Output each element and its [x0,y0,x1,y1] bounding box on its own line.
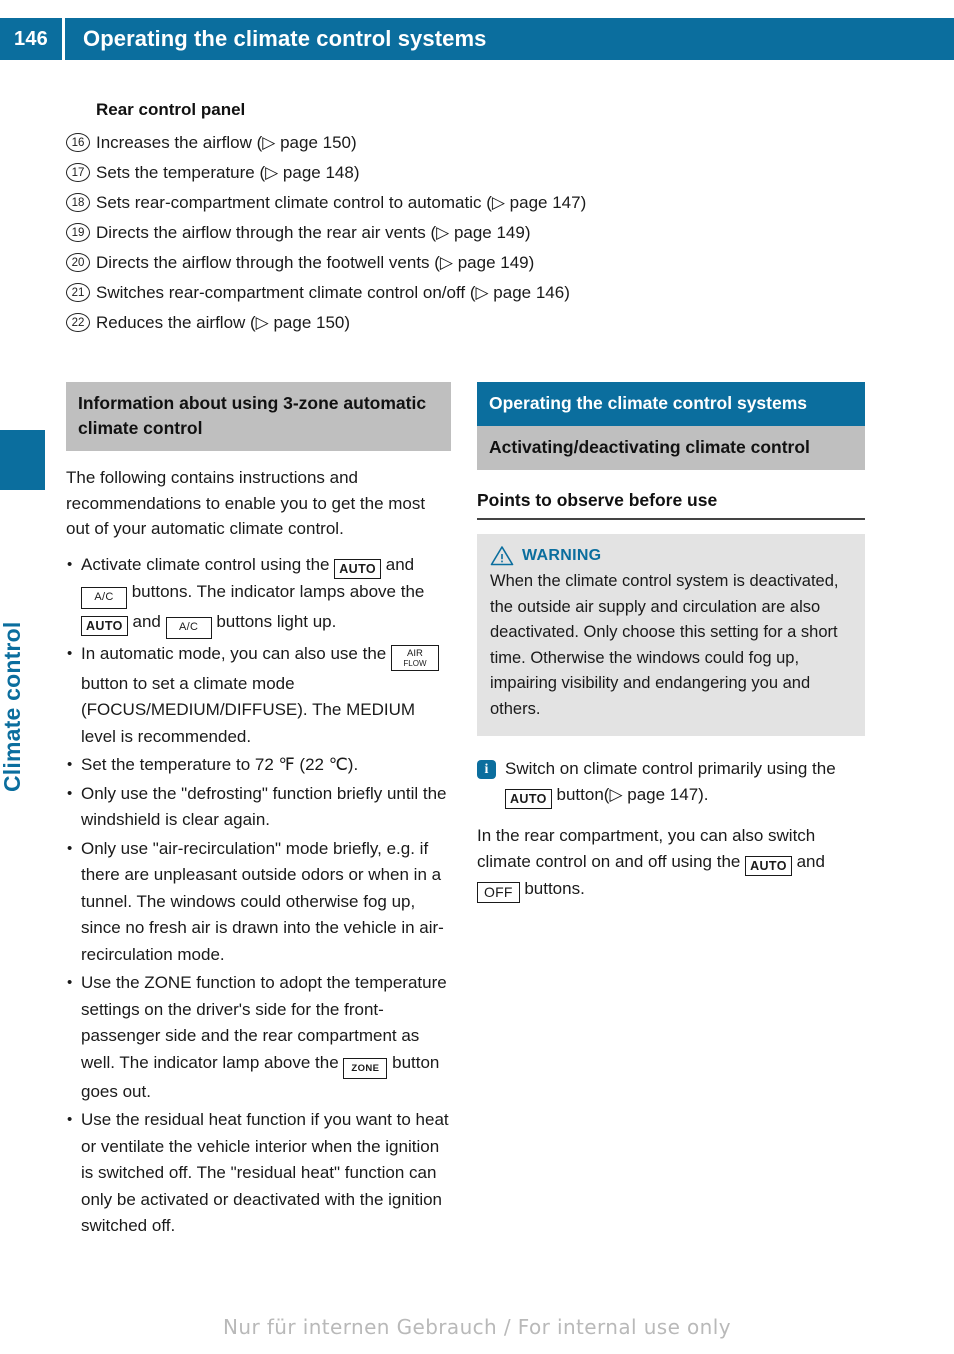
airflow-line-1: AIR [407,647,423,659]
inline-text: Use the residual heat function if you wa… [81,1110,449,1235]
button-glyph-auto: AUTO [334,558,382,579]
rear-control-panel-item: 21 Switches rear-compartment climate cont… [66,278,866,308]
inline-text: and [381,554,415,574]
rear-control-panel-item: 17 Sets the temperature (▷ page 148) [66,158,866,188]
footer-watermark: Nur für internen Gebrauch / For internal… [223,1315,731,1339]
inline-text: Switch on climate control primarily usin… [505,759,836,778]
item-label: Sets rear-compartment climate control to… [96,193,587,212]
inline-text: and [127,611,166,631]
item-number-badge: 21 [66,283,90,302]
left-intro-paragraph: The following contains instructions and … [66,468,426,538]
left-section-heading: Information about using 3-zone automatic… [66,382,451,451]
rear-control-panel-item: 22 Reduces the airflow (▷ page 150) [66,308,866,338]
rear-control-panel-item: 20 Directs the airflow through the footwe… [66,248,866,278]
inline-text: Set the temperature to 72 ℉ (22 ℃). [81,755,359,774]
inline-text: buttons. [519,878,585,898]
item-label: Directs the airflow through the rear air… [96,223,531,242]
chapter-label: Climate control [0,621,25,792]
right-subsection-heading: Activating/deactivating climate control [477,426,865,470]
bullet-item: Use the residual heat function if you wa… [66,1107,451,1240]
bullet-item: Set the temperature to 72 ℉ (22 ℃). [66,752,451,779]
inline-text: button to set a climate mode (FOCUS/MEDI… [81,673,416,746]
inline-text: Only use "air-recirculation" mode briefl… [81,838,444,964]
page-number: 146 [14,27,48,50]
inline-text: Only use the "defrosting" function brief… [81,783,447,830]
page-title: Operating the climate control systems [83,26,487,51]
button-glyph-zone: ZONE [343,1057,388,1079]
right-section-heading: Operating the climate control systems [477,382,865,426]
button-glyph-a-c: A/C [81,586,127,609]
inline-text: buttons. The indicator lamps above the [127,581,425,601]
inline-text: and [791,851,825,871]
item-number-badge: 18 [66,193,90,212]
button-glyph-air-flow: AIR FLOW [390,644,439,671]
warning-label: WARNING [522,546,602,564]
inline-text: button(▷ page 147). [551,785,709,804]
airflow-line-2: FLOW [403,658,427,668]
item-label: Directs the airflow through the footwell… [96,253,535,272]
info-icon: i [477,760,496,779]
item-label: Sets the temperature (▷ page 148) [96,163,360,182]
button-glyph-auto: AUTO [745,855,792,876]
left-column: Information about using 3-zone automatic… [66,382,451,1242]
item-number-badge: 16 [66,133,90,152]
closing-paragraph: In the rear compartment, you can also sw… [477,823,865,903]
rear-control-panel-section: Rear control panel 16 Increases the airfl… [66,100,866,338]
right-column: Operating the climate control systems Ac… [477,382,865,903]
button-glyph-auto: AUTO [505,789,552,809]
button-glyph-off: OFF [477,881,520,903]
bullet-item: Use the ZONE function to adopt the tempe… [66,970,451,1105]
inline-text: buttons light up. [211,611,337,631]
inline-text: In automatic mode, you can also use the [81,643,391,663]
rear-control-panel-item: 18 Sets rear-compartment climate control … [66,188,866,218]
button-glyph-auto: AUTO [81,615,128,636]
info-note-text: Switch on climate control primarily usin… [505,756,865,809]
warning-text: When the climate control system is deact… [490,572,839,718]
bullet-item: In automatic mode, you can also use the … [66,641,451,751]
chapter-tab-marker [0,430,45,490]
bullet-item: Only use "air-recirculation" mode briefl… [66,836,451,969]
warning-box: WARNING When the climate control system … [477,534,865,736]
rear-control-panel-list: 16 Increases the airflow (▷ page 150) 17 Se… [66,128,866,338]
item-number-badge: 17 [66,163,90,182]
bullet-item: Only use the "defrosting" function brief… [66,781,451,834]
button-glyph-a-c: A/C [165,616,212,639]
item-number-badge: 22 [66,313,90,332]
page-header: 146 Operating the climate control system… [0,18,954,60]
item-label: Switches rear-compartment climate contro… [96,283,570,302]
item-number-badge: 20 [66,253,90,272]
item-label: Increases the airflow (▷ page 150) [96,133,357,152]
warning-header: WARNING [490,545,852,566]
left-bullet-list: Activate climate control using the AUTO … [66,552,451,1240]
inline-text: Activate climate control using the [81,554,335,574]
item-label: Reduces the airflow (▷ page 150) [96,313,351,332]
item-number-badge: 19 [66,223,90,242]
right-topic-heading: Points to observe before use [477,490,865,520]
bullet-item: Activate climate control using the AUTO … [66,552,451,639]
rear-control-panel-heading: Rear control panel [96,100,246,119]
info-note: i Switch on climate control primarily us… [477,756,865,809]
warning-triangle-icon [490,545,514,566]
rear-control-panel-item: 19 Directs the airflow through the rear a… [66,218,866,248]
rear-control-panel-item: 16 Increases the airflow (▷ page 150) [66,128,866,158]
